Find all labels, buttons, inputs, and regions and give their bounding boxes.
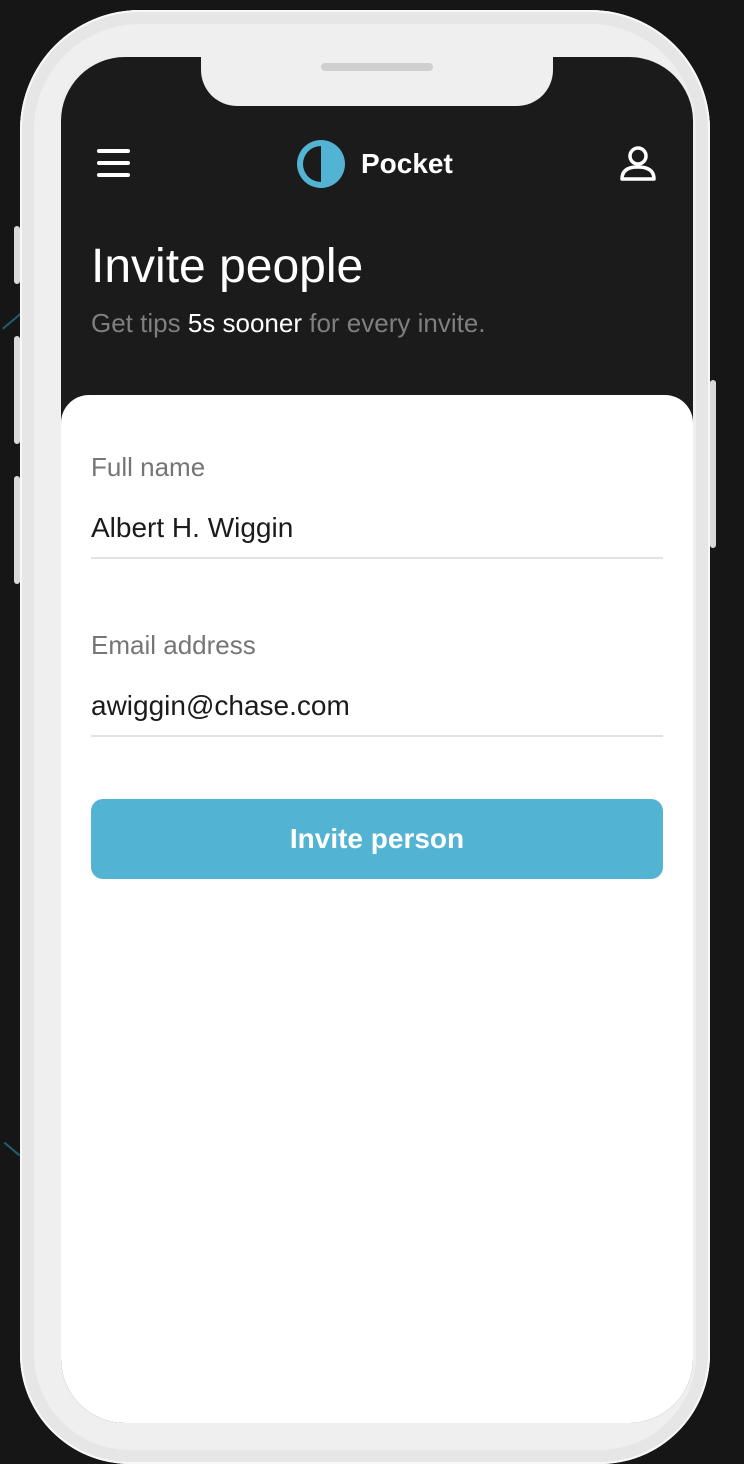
- page-subtitle: Get tips 5s sooner for every invite.: [91, 305, 486, 341]
- page-title: Invite people: [91, 240, 364, 293]
- phone-side-button: [14, 336, 20, 444]
- full-name-input[interactable]: [91, 499, 663, 559]
- phone-notch: [201, 57, 553, 106]
- subtitle-highlight: 5s sooner: [187, 308, 303, 338]
- invite-person-button[interactable]: Invite person: [91, 799, 663, 879]
- background-decor-line: [2, 312, 22, 330]
- half-circle-logo-icon: [297, 140, 345, 188]
- phone-screen: Pocket Invite people Get tips 5s sooner …: [61, 57, 693, 1423]
- background-decor-line: [3, 1141, 21, 1157]
- brand: Pocket: [297, 139, 453, 189]
- email-label: Email address: [91, 630, 256, 660]
- subtitle-suffix: for every invite.: [302, 308, 486, 338]
- user-icon[interactable]: [619, 145, 657, 183]
- phone-side-button: [14, 476, 20, 584]
- phone-side-button: [14, 226, 20, 284]
- email-field: Email address: [91, 629, 663, 737]
- hamburger-menu-icon[interactable]: [97, 149, 131, 177]
- full-name-field: Full name: [91, 451, 663, 559]
- app-name: Pocket: [361, 148, 453, 179]
- invite-form: Full name Email address Invite person: [61, 395, 693, 1423]
- speaker-grille: [321, 63, 433, 71]
- full-name-label: Full name: [91, 452, 206, 482]
- email-input[interactable]: [91, 677, 663, 737]
- phone-side-button: [710, 380, 716, 548]
- subtitle-prefix: Get tips: [91, 308, 188, 338]
